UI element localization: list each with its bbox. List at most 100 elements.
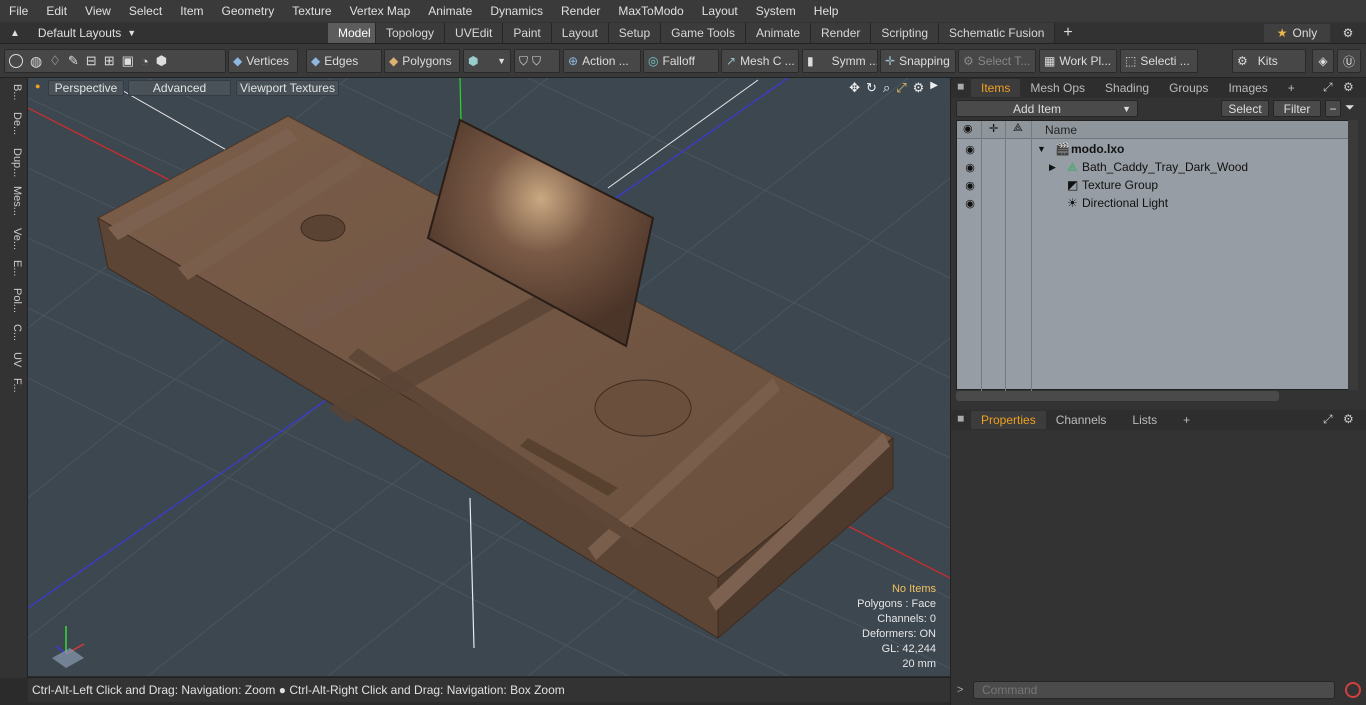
tab-model[interactable]: Model: [328, 23, 376, 43]
visibility-column-icon[interactable]: ◉: [963, 122, 973, 135]
menu-texture[interactable]: Texture: [283, 0, 340, 22]
loop-icon[interactable]: ⊟: [86, 53, 97, 69]
viewport-dot-icon[interactable]: ●: [35, 81, 40, 91]
tab-paint[interactable]: Paint: [503, 23, 552, 43]
snapping-button[interactable]: ✛ Snapping: [880, 49, 956, 73]
expand-panel-icon[interactable]: ⤢: [1323, 412, 1333, 427]
tab-groups[interactable]: Groups: [1159, 79, 1218, 97]
eye-icon[interactable]: ◉: [963, 161, 977, 174]
tab-schematic-fusion[interactable]: Schematic Fusion: [939, 23, 1056, 43]
polygons-button[interactable]: ◆ Polygons: [384, 49, 460, 73]
viewport-textures-button[interactable]: Viewport Textures: [236, 80, 339, 96]
left-tab-edge[interactable]: E...: [3, 260, 23, 277]
type-column-icon[interactable]: ⟁: [1013, 122, 1023, 135]
vertices-button[interactable]: ◆ Vertices: [228, 49, 298, 73]
add-item-dropdown[interactable]: Add Item ▼: [956, 100, 1138, 117]
symmetry-modes[interactable]: ⛉ ⛉: [514, 49, 560, 73]
globe-icon[interactable]: ◍: [30, 53, 42, 70]
layout-selector[interactable]: ▲ Default Layouts ▼: [4, 24, 136, 42]
perspective-button[interactable]: Perspective: [48, 80, 124, 96]
funnel-icon[interactable]: ⏷: [1345, 100, 1355, 115]
falloff-button[interactable]: ◎ Falloff: [643, 49, 719, 73]
item-list-scrollbar[interactable]: [1348, 120, 1358, 390]
lock-column-icon[interactable]: ✛: [989, 122, 998, 135]
paint-select-icon[interactable]: ✎: [68, 53, 79, 69]
menu-dynamics[interactable]: Dynamics: [481, 0, 552, 22]
unreal-icon[interactable]: Ⓤ: [1337, 49, 1361, 73]
item-list-hscrollbar[interactable]: [956, 391, 1279, 401]
command-input[interactable]: [973, 681, 1335, 699]
lasso-icon[interactable]: ♢: [49, 53, 61, 69]
timer-icon[interactable]: ◔: [141, 54, 149, 69]
edges-button[interactable]: ◆ Edges: [306, 49, 382, 73]
tab-game-tools[interactable]: Game Tools: [661, 23, 746, 43]
menu-animate[interactable]: Animate: [419, 0, 481, 22]
eye-icon[interactable]: ◉: [963, 179, 977, 192]
zoom-view-icon[interactable]: ⌕: [883, 80, 890, 96]
advanced-button[interactable]: Advanced: [128, 80, 231, 96]
menu-maxtomodo[interactable]: MaxToModo: [609, 0, 692, 22]
left-tab-polygon[interactable]: Pol...: [3, 288, 23, 313]
add-tab-icon[interactable]: +: [1055, 23, 1080, 43]
name-column-header[interactable]: Name: [1045, 123, 1077, 137]
menu-select[interactable]: Select: [120, 0, 171, 22]
expand-arrow-icon[interactable]: ▶: [1049, 162, 1056, 173]
panel-menu-icon[interactable]: ◼: [957, 413, 964, 424]
action-center-button[interactable]: ⊕ Action ...: [563, 49, 641, 73]
tab-topology[interactable]: Topology: [376, 23, 446, 43]
grow-icon[interactable]: ⊞: [104, 53, 115, 69]
eye-icon[interactable]: ◉: [963, 143, 977, 156]
menu-edit[interactable]: Edit: [37, 0, 76, 22]
only-toggle[interactable]: ★ Only: [1264, 24, 1330, 42]
tab-properties[interactable]: Properties: [971, 411, 1046, 429]
left-tab-vertex[interactable]: Ve...: [3, 228, 23, 250]
panel-menu-icon[interactable]: ◼: [957, 81, 964, 92]
panel-gear-icon[interactable]: ⚙: [1343, 412, 1354, 426]
tab-layout[interactable]: Layout: [551, 23, 609, 43]
menu-view[interactable]: View: [76, 0, 120, 22]
left-tab-uv[interactable]: UV: [3, 352, 23, 367]
filter-button[interactable]: Filter: [1273, 100, 1321, 117]
collapse-icon[interactable]: −: [1325, 100, 1341, 117]
tab-animate[interactable]: Animate: [745, 23, 811, 43]
select-button[interactable]: Select: [1221, 100, 1269, 117]
tab-shading[interactable]: Shading: [1095, 79, 1159, 97]
3d-viewport[interactable]: ● Perspective Advanced Viewport Textures…: [28, 78, 950, 676]
left-tab-duplicate[interactable]: Dup...: [3, 148, 23, 177]
material-dropdown[interactable]: ⬢ ▼: [463, 49, 511, 73]
record-icon[interactable]: [1345, 682, 1361, 698]
item-row-mesh[interactable]: ◉ ▶ ⟁ Bath_Caddy_Tray_Dark_Wood: [957, 158, 1350, 176]
mesh-constraint-button[interactable]: ↗ Mesh C ...: [721, 49, 799, 73]
select-circle-icon[interactable]: [9, 54, 23, 68]
item-row-texture-group[interactable]: ◉ ◩ Texture Group: [957, 176, 1350, 194]
item-row-directional-light[interactable]: ◉ ☀ Directional Light: [957, 194, 1350, 212]
rotate-view-icon[interactable]: ↻: [866, 80, 877, 96]
tab-mesh-ops[interactable]: Mesh Ops: [1020, 79, 1095, 97]
menu-layout[interactable]: Layout: [693, 0, 747, 22]
symmetry-button[interactable]: ▮ Symm ...: [802, 49, 878, 73]
menu-geometry[interactable]: Geometry: [213, 0, 284, 22]
select-through-button[interactable]: ⚙ Select T...: [958, 49, 1036, 73]
left-tab-basic[interactable]: B...: [3, 84, 23, 101]
add-panel-tab-icon[interactable]: +: [1278, 79, 1305, 97]
work-plane-button[interactable]: ▦ Work Pl...: [1039, 49, 1117, 73]
panel-gear-icon[interactable]: ⚙: [1343, 80, 1354, 94]
move-view-icon[interactable]: ✥: [849, 80, 860, 96]
left-tab-fusion[interactable]: F...: [3, 378, 23, 393]
viewport-menu-arrow-icon[interactable]: ▶: [930, 80, 938, 96]
tab-render[interactable]: Render: [811, 23, 872, 43]
menu-file[interactable]: File: [0, 0, 37, 22]
viewport-settings-icon[interactable]: ⚙: [913, 80, 925, 96]
left-tab-curve[interactable]: C...: [3, 324, 23, 341]
menu-vertex-map[interactable]: Vertex Map: [341, 0, 420, 22]
element-icon[interactable]: ▣: [122, 53, 134, 69]
menu-render[interactable]: Render: [552, 0, 609, 22]
selection-sets-button[interactable]: ⬚ Selecti ...: [1120, 49, 1198, 73]
collapse-arrow-icon[interactable]: ▼: [1037, 144, 1046, 154]
tab-channels[interactable]: Channels: [1046, 411, 1117, 429]
tab-lists[interactable]: Lists: [1116, 411, 1173, 429]
tab-images[interactable]: Images: [1218, 79, 1277, 97]
menu-item[interactable]: Item: [171, 0, 212, 22]
left-tab-deform[interactable]: De...: [3, 112, 23, 135]
unity-icon[interactable]: ◈: [1312, 49, 1334, 73]
